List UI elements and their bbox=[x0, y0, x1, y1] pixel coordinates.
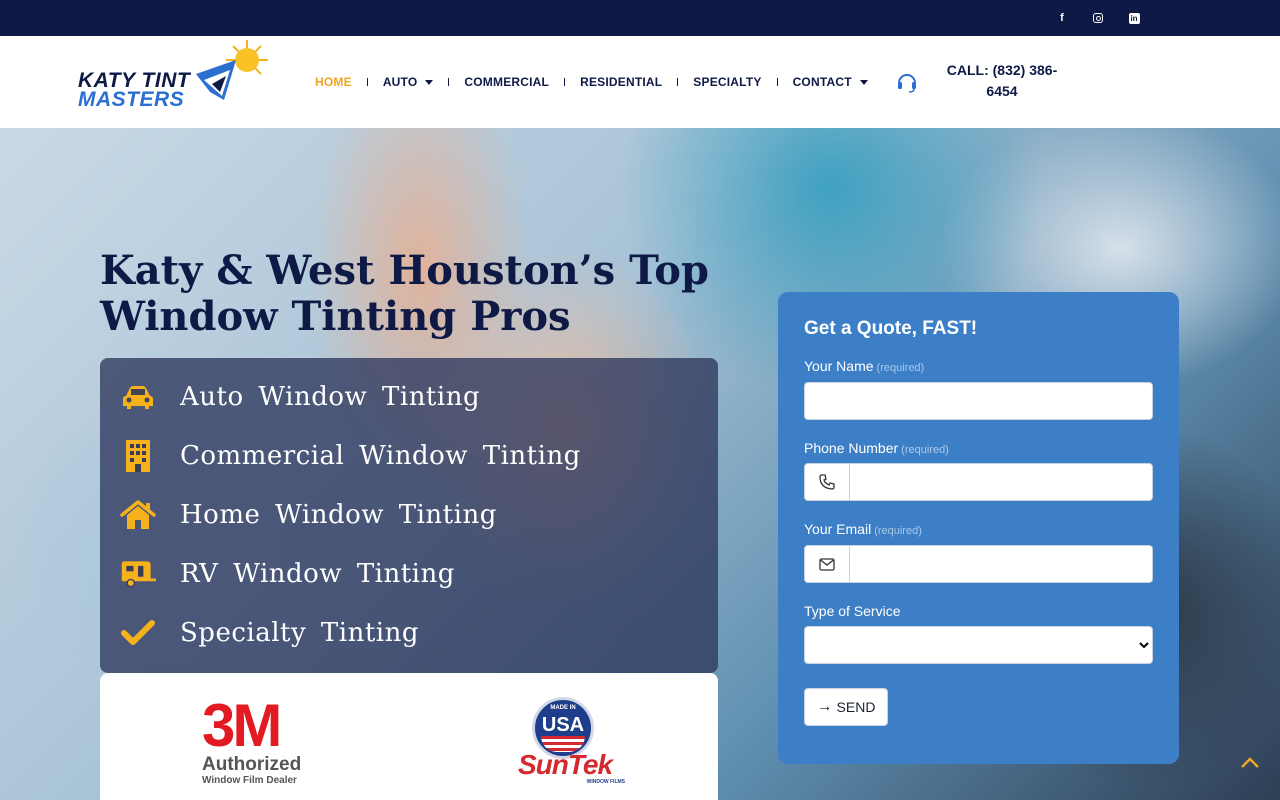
car-icon bbox=[120, 379, 156, 415]
site-logo[interactable]: KATY TINT MASTERS bbox=[76, 40, 276, 118]
phone-input[interactable] bbox=[850, 464, 1152, 500]
call-phone-link[interactable]: CALL: (832) 386- 6454 bbox=[940, 60, 1064, 102]
hero-section: Katy & West Houston’s Top Window Tinting… bbox=[0, 128, 1280, 800]
suntek-wordmark: SunTek bbox=[517, 749, 613, 780]
service-item-commercial[interactable]: Commercial Window Tinting bbox=[120, 436, 581, 476]
service-item-specialty[interactable]: Specialty Tinting bbox=[120, 613, 419, 653]
nav-commercial-label: COMMERCIAL bbox=[464, 75, 550, 89]
envelope-icon bbox=[805, 546, 850, 582]
phone-label-text: Phone Number bbox=[804, 440, 899, 456]
email-label-text: Your Email bbox=[804, 521, 872, 537]
required-note: (required) bbox=[876, 362, 925, 374]
suntek-sub: WINDOW FILMS bbox=[586, 779, 625, 785]
call-line2: 6454 bbox=[986, 83, 1018, 99]
nav-residential-label: RESIDENTIAL bbox=[580, 75, 663, 89]
service-label: Home Window Tinting bbox=[180, 500, 497, 530]
service-type-select[interactable] bbox=[804, 626, 1153, 664]
name-label: Your Name (required) bbox=[804, 358, 924, 374]
main-nav: HOME AUTO COMMERCIAL RESIDENTIAL SPECIAL… bbox=[300, 36, 883, 128]
name-input[interactable] bbox=[805, 383, 1006, 419]
quote-title: Get a Quote, FAST! bbox=[804, 318, 978, 339]
email-input[interactable] bbox=[850, 546, 1152, 582]
check-icon bbox=[120, 615, 156, 651]
services-list: Auto Window Tinting Commercial Window Ti… bbox=[100, 358, 718, 673]
nav-auto[interactable]: AUTO bbox=[368, 75, 449, 89]
nav-home-label: HOME bbox=[315, 75, 352, 89]
logo-line2: MASTERS bbox=[78, 88, 185, 111]
quote-form: Get a Quote, FAST! Your Name (required) P… bbox=[778, 292, 1179, 764]
required-note: (required) bbox=[901, 444, 949, 456]
phone-icon bbox=[805, 464, 850, 500]
3m-dealer: Window Film Dealer bbox=[202, 775, 297, 786]
send-label: SEND bbox=[836, 699, 876, 715]
service-item-auto[interactable]: Auto Window Tinting bbox=[120, 377, 480, 417]
suntek-logo: MADE IN USA SunTek WINDOW FILMS bbox=[505, 697, 625, 787]
service-label: Specialty Tinting bbox=[180, 618, 419, 648]
top-bar: f in bbox=[0, 0, 1280, 36]
nav-specialty-label: SPECIALTY bbox=[693, 75, 762, 89]
name-field[interactable] bbox=[804, 382, 1153, 420]
home-icon bbox=[120, 497, 156, 533]
sun-star-logo-icon bbox=[196, 40, 268, 100]
3m-logo-mark: 3M bbox=[202, 692, 282, 759]
building-icon bbox=[120, 438, 156, 474]
rv-icon bbox=[120, 556, 156, 592]
3m-logo: 3M Authorized Window Film Dealer bbox=[202, 692, 312, 787]
chevron-down-icon bbox=[859, 79, 868, 85]
nav-contact[interactable]: CONTACT bbox=[778, 75, 883, 89]
3m-authorized: Authorized bbox=[202, 754, 302, 775]
nav-commercial[interactable]: COMMERCIAL bbox=[449, 75, 564, 89]
instagram-icon[interactable] bbox=[1089, 9, 1107, 27]
hero-title: Katy & West Houston’s Top Window Tinting… bbox=[100, 248, 720, 340]
hero-title-line1: Katy & West Houston’s Top bbox=[100, 247, 709, 294]
service-item-home[interactable]: Home Window Tinting bbox=[120, 495, 497, 535]
name-label-text: Your Name bbox=[804, 358, 874, 374]
service-type-dropdown[interactable] bbox=[805, 627, 1152, 663]
nav-auto-label: AUTO bbox=[382, 75, 418, 89]
email-field bbox=[804, 545, 1153, 583]
nav-home[interactable]: HOME bbox=[300, 75, 367, 89]
usa-badge-top: MADE IN bbox=[550, 705, 576, 711]
required-note: (required) bbox=[874, 525, 922, 537]
arrow-right-icon: → bbox=[816, 698, 833, 715]
service-type-label: Type of Service bbox=[804, 603, 901, 619]
hero-title-line2: Window Tinting Pros bbox=[100, 293, 571, 340]
brand-logos: 3M Authorized Window Film Dealer MADE IN… bbox=[100, 673, 718, 800]
nav-specialty[interactable]: SPECIALTY bbox=[678, 75, 776, 89]
phone-field bbox=[804, 463, 1153, 501]
call-line1: CALL: (832) 386- bbox=[946, 62, 1058, 78]
scroll-to-top-icon[interactable] bbox=[1240, 755, 1260, 769]
email-label: Your Email (required) bbox=[804, 521, 922, 537]
phone-label: Phone Number (required) bbox=[804, 440, 949, 456]
headset-icon bbox=[898, 74, 916, 93]
service-label: Commercial Window Tinting bbox=[180, 441, 581, 471]
send-button[interactable]: → SEND bbox=[804, 688, 888, 726]
facebook-icon[interactable]: f bbox=[1053, 9, 1071, 27]
service-item-rv[interactable]: RV Window Tinting bbox=[120, 554, 455, 594]
linkedin-icon[interactable]: in bbox=[1125, 9, 1143, 27]
chevron-down-icon bbox=[425, 79, 434, 85]
site-header: KATY TINT MASTERS HOME AUTO COMMERCIAL R… bbox=[0, 36, 1280, 128]
nav-contact-label: CONTACT bbox=[792, 75, 852, 89]
service-label: RV Window Tinting bbox=[180, 559, 455, 589]
nav-residential[interactable]: RESIDENTIAL bbox=[565, 75, 677, 89]
service-label: Auto Window Tinting bbox=[180, 382, 481, 412]
usa-badge-text: USA bbox=[541, 714, 585, 736]
